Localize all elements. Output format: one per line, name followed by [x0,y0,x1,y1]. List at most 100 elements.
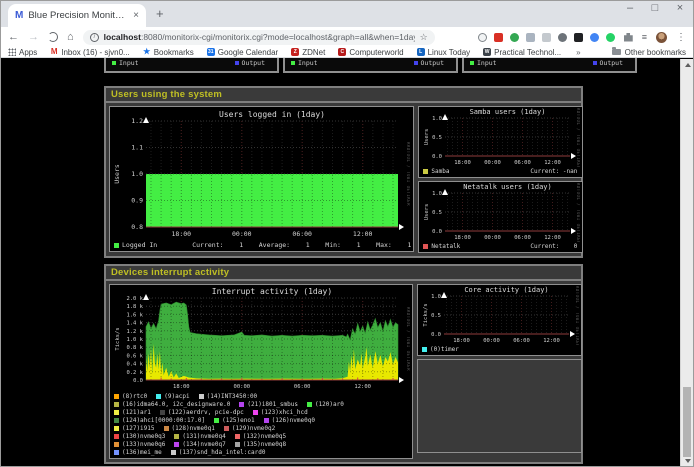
svg-text:1.1: 1.1 [131,144,143,152]
legend-swatch [235,442,240,447]
svg-text:0.5: 0.5 [432,210,442,216]
bookmark-star-icon[interactable]: ☆ [420,32,428,43]
svg-text:06:00: 06:00 [294,384,311,390]
browser-menu-icon[interactable]: ⋮ [676,32,686,43]
core-activity-graph-panel: 18:0000:0006:0012:000.00.51.0Core activi… [417,284,582,356]
forward-icon[interactable]: → [28,32,39,43]
svg-text:0.5: 0.5 [432,135,442,141]
extensions-puzzle-icon[interactable] [624,33,633,42]
minimize-button[interactable]: – [624,2,636,14]
back-icon[interactable]: ← [8,32,19,43]
other-bookmarks-label: Other bookmarks [625,48,686,57]
svg-text:1.0: 1.0 [432,191,442,197]
chat-extension-icon[interactable] [606,33,615,42]
core-activity-legend: (0)timer [420,346,579,353]
bookmark-item[interactable]: ZZDNet [291,48,325,57]
cast-extension-icon[interactable] [558,33,567,42]
svg-text:0.8: 0.8 [131,223,143,231]
legend-swatch [307,402,312,407]
legend-swatch [423,169,428,174]
legend-item: Input [291,59,318,67]
svg-text:0.9: 0.9 [131,197,143,205]
legend-swatch [112,61,116,65]
bookmarks-bar: Apps MInbox (16) - sjvn0... ★Bookmarks 31Go… [0,47,694,58]
legend-item: (136)mei_me [114,449,162,456]
svg-text:Users: Users [113,164,121,184]
browser-toolbar: ← → ⌂ i localhost:8080/monitorix-cgi/mon… [0,27,694,47]
svg-text:18:00: 18:00 [455,235,472,241]
meet-extension-icon[interactable] [590,33,599,42]
legend-swatch [171,450,176,455]
other-bookmarks-button[interactable]: Other bookmarks [612,48,686,57]
profile-avatar[interactable] [656,32,667,43]
browser-tab[interactable]: M Blue Precision Monitorix × [8,4,146,27]
legend-swatch [224,426,229,431]
svg-text:1.8 k: 1.8 k [126,304,143,310]
svg-text:Ticks/s: Ticks/s [115,327,121,350]
svg-text:00:00: 00:00 [234,384,251,390]
bookmark-item[interactable]: WPractical Technol... [483,48,561,57]
legend-item: (137)snd_hda_intel:card0 [171,449,266,456]
empty-panel [417,359,582,453]
legend-swatch [291,61,295,65]
legend-swatch [235,61,239,65]
page-info-icon[interactable]: i [90,33,99,42]
legend-item: (131)nvme0q4 [174,433,225,440]
svg-text:06:00: 06:00 [515,235,532,241]
reload-icon[interactable] [48,32,58,42]
page-scrollbar[interactable] [680,59,694,467]
legend-item: Input [470,59,497,67]
dark-extension-icon[interactable] [574,33,583,42]
bookmark-item[interactable]: MInbox (16) - sjvn0... [50,48,129,57]
svg-text:RRDTOOL / TOBI OETIKER: RRDTOOL / TOBI OETIKER [575,286,579,345]
bookmarks-overflow-chevron[interactable]: » [576,48,580,57]
scroll-up-arrow-icon[interactable] [681,59,694,71]
mail-extension-icon[interactable] [494,33,503,42]
legend-swatch [174,442,179,447]
legend-stats: Current: 1 Average: 1 Min: 1 Max: 1 [192,242,411,249]
legend-swatch [114,394,119,399]
frame-extension-icon[interactable] [542,33,551,42]
pages-extension-icon[interactable] [526,33,535,42]
legend-item: Output [593,59,623,67]
bookmark-item[interactable]: 31Google Calendar [207,48,278,57]
tab-close-icon[interactable]: × [133,10,139,21]
bookmark-item[interactable]: Apps [8,48,37,57]
extensions-area [478,33,615,42]
bookmark-label: Linux Today [428,48,471,57]
legend-swatch [235,434,240,439]
scrollbar-thumb[interactable] [683,387,691,457]
scroll-down-arrow-icon[interactable] [681,455,694,467]
legend-item: Output [414,59,444,67]
monitorix-page: InputOutputInputOutputInputOutput Users … [0,59,694,467]
globe-extension-icon[interactable] [510,33,519,42]
home-icon[interactable]: ⌂ [67,32,74,43]
legend-item: (14)INT3450:00 [199,393,258,400]
legend-swatch [593,61,597,65]
address-bar[interactable]: i localhost:8080/monitorix-cgi/monitorix… [83,30,435,45]
search-extension-icon[interactable] [478,33,487,42]
svg-text:0.6 k: 0.6 k [126,353,143,359]
close-button[interactable]: × [674,2,686,14]
new-tab-button[interactable]: + [156,6,164,21]
interrupt-activity-chart: 18:0000:0006:0012:000.00.2 k0.4 k0.6 k0.… [112,286,410,392]
legend-swatch [114,442,119,447]
svg-text:06:00: 06:00 [292,230,312,238]
bookmark-item[interactable]: LLinux Today [417,48,471,57]
cutoff-graph-box: Input Output [462,58,637,73]
legend-item: (126)nvme0q0 [264,417,315,424]
tab-search-icon[interactable]: ≡ [642,32,647,42]
legend-item: Logged In [114,242,157,249]
legend-swatch [114,243,119,248]
bookmark-items: Apps MInbox (16) - sjvn0... ★Bookmarks 31Go… [8,48,561,57]
bookmark-item[interactable]: CComputerworld [338,48,403,57]
cutoff-graph-box: Input Output [283,58,458,73]
legend-item: (122)aerdrv, pcie-dpc [160,409,244,416]
svg-text:06:00: 06:00 [513,338,530,344]
svg-text:1.2 k: 1.2 k [126,329,143,335]
users-logged-in-chart: 18:0000:0006:0012:000.80.91.01.11.2Users… [112,108,411,241]
maximize-button[interactable]: □ [649,2,661,14]
svg-text:06:00: 06:00 [515,160,532,166]
bookmark-item[interactable]: ★Bookmarks [143,48,194,57]
legend-item: Samba [423,168,449,175]
